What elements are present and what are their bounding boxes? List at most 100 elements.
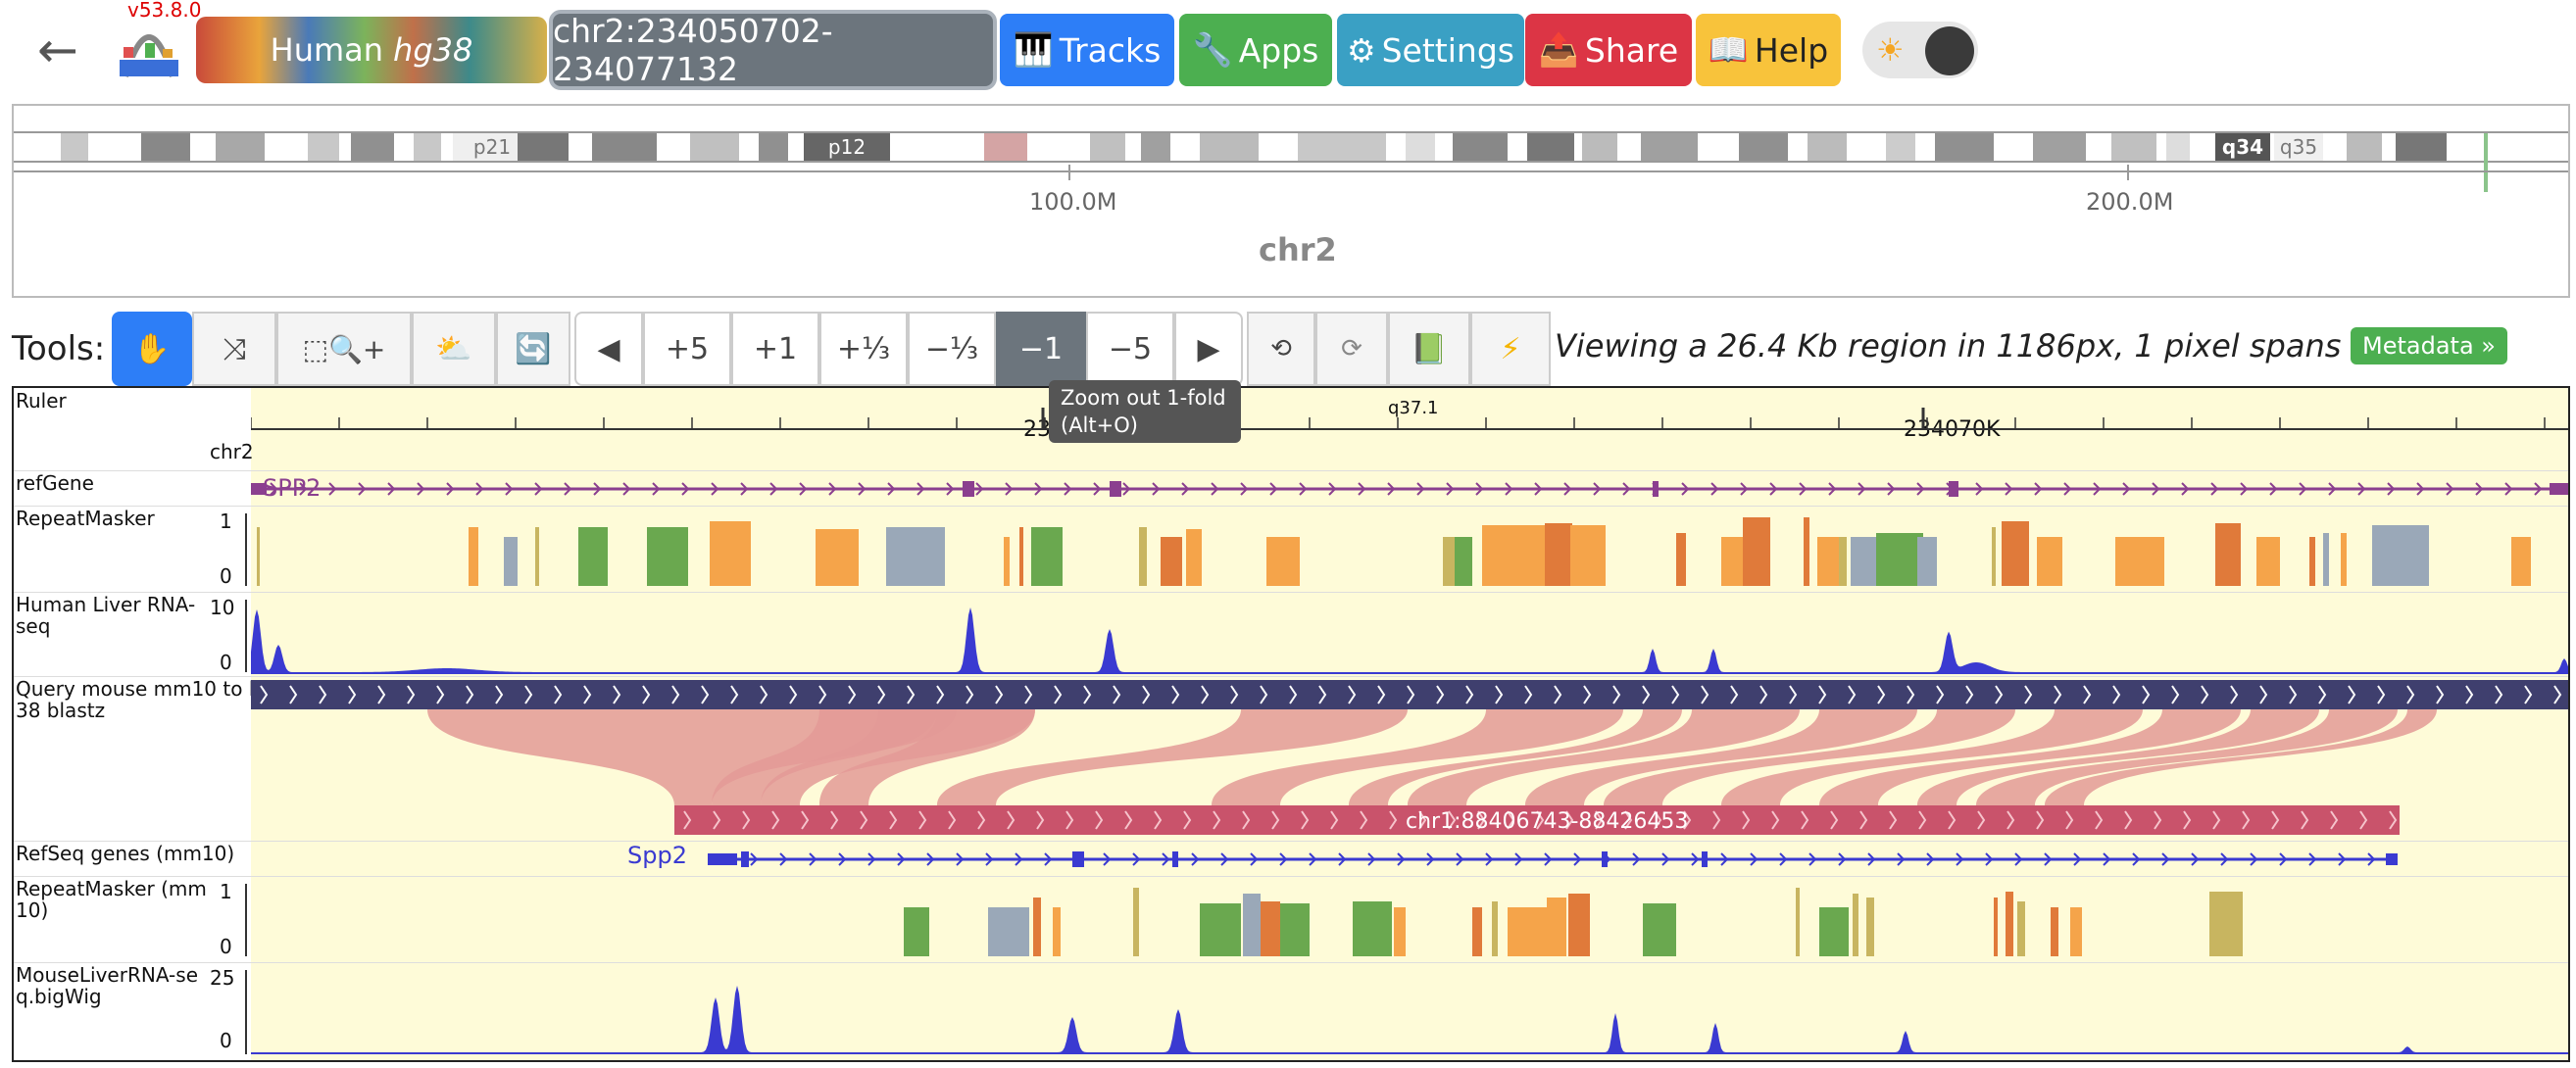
chromosome-title: chr2: [1259, 231, 1337, 268]
genome-button[interactable]: Human hg38: [196, 17, 547, 83]
track-label-human-rna: Human Liver RNA- seq: [16, 594, 195, 637]
track-label-query: Query mouse mm10 to hg 38 blastz: [16, 678, 273, 721]
zoom-out-third-button[interactable]: −⅓: [908, 312, 996, 386]
repeat-element: [1866, 898, 1874, 956]
tooltip-line: Zoom out 1-fold: [1061, 386, 1226, 410]
zoom-out-tooltip: Zoom out 1-fold (Alt+O): [1049, 380, 1241, 443]
apps-button[interactable]: 🔧 Apps: [1179, 14, 1332, 86]
band: [1739, 133, 1788, 161]
repeat-element: [2511, 537, 2531, 586]
book-icon[interactable]: 📗: [1388, 312, 1470, 386]
signal-area: [251, 986, 2568, 1054]
mouse-region-label: chr1:88406743-88426453: [1406, 809, 1689, 834]
band: [2166, 133, 2190, 161]
settings-button[interactable]: ⚙ Settings: [1337, 14, 1524, 86]
pan-left-button[interactable]: ◀: [574, 312, 643, 386]
axis-max: 1: [220, 880, 232, 903]
wrench-icon: 🔧: [1192, 30, 1233, 69]
repeat-element: [578, 527, 608, 586]
apps-button-label: Apps: [1238, 30, 1319, 70]
repeat-element: [816, 529, 859, 586]
redo-icon[interactable]: ⟳: [1315, 312, 1388, 386]
zoom-out-5-button[interactable]: −5: [1086, 312, 1174, 386]
zoom-in-third-button[interactable]: +⅓: [819, 312, 908, 386]
refseq-mm10-track[interactable]: [251, 843, 2568, 876]
hand-icon[interactable]: ✋: [112, 312, 192, 386]
app-logo[interactable]: [116, 8, 182, 82]
track-panel[interactable]: Ruler chr2 q37.1 234060K 234070K refGene…: [12, 386, 2570, 1062]
repeat-element: [1031, 527, 1063, 586]
repeat-element: [1186, 529, 1202, 586]
tracks-button[interactable]: 🎹 Tracks: [1000, 14, 1174, 86]
zoom-select-icon[interactable]: ⬚🔍+: [276, 312, 412, 386]
repeat-element: [2209, 892, 2243, 956]
track-label-ruler: Ruler: [16, 389, 67, 413]
undo-icon[interactable]: ⟲: [1247, 312, 1315, 386]
repeat-element: [2037, 537, 2062, 586]
track-label-refgene: refGene: [16, 471, 94, 495]
zoom-in-1-button[interactable]: +1: [731, 312, 819, 386]
axis-max: 10: [210, 596, 235, 619]
repeat-element: [1796, 888, 1800, 956]
band: [61, 133, 88, 161]
repeat-element: [2006, 892, 2013, 956]
repeat-element: [1133, 888, 1139, 956]
repeat-element: [2323, 533, 2329, 586]
tools-label: Tools:: [12, 329, 106, 368]
settings-button-label: Settings: [1381, 30, 1514, 70]
track-label-refseq-mm10: RefSeq genes (mm10): [16, 842, 235, 865]
help-button[interactable]: 📖 Help: [1696, 14, 1841, 86]
scale-label-200m: 200.0M: [2086, 188, 2174, 216]
help-button-label: Help: [1754, 30, 1829, 70]
chromosome-ideogram[interactable]: p21 p12 q34 q35: [14, 131, 2568, 192]
repeat-element: [1443, 537, 1455, 586]
centromere: [984, 133, 1027, 161]
repeat-element: [1266, 537, 1300, 586]
cloud-icon[interactable]: ⛅: [412, 312, 496, 386]
repeat-element: [1643, 903, 1676, 956]
repeat-element: [2051, 907, 2058, 956]
band: [216, 133, 265, 161]
theme-toggle[interactable]: ☀: [1862, 22, 1978, 78]
track-separator: [14, 841, 2568, 842]
band: [2396, 133, 2447, 161]
axis-min: 0: [220, 1029, 232, 1052]
back-arrow-icon[interactable]: ←: [37, 25, 78, 74]
repeat-element: [1161, 537, 1182, 586]
share-button[interactable]: 📤 Share: [1525, 14, 1692, 86]
piano-icon: 🎹: [1013, 30, 1054, 69]
repeatmasker-track[interactable]: [251, 508, 2568, 592]
band: [592, 133, 657, 161]
repeatmasker-mm10-track[interactable]: [251, 878, 2568, 962]
mouse-rna-signal[interactable]: [251, 964, 2568, 1058]
gear-icon: ⚙: [1347, 30, 1376, 70]
repeat-element: [710, 521, 751, 586]
repeat-element: [904, 907, 929, 956]
sync-icon[interactable]: 🔄: [496, 312, 570, 386]
sun-icon: ☀: [1876, 31, 1905, 69]
viewing-info: Viewing a 26.4 Kb region in 1186px, 1 pi…: [1555, 327, 2442, 364]
y-axis: [245, 513, 247, 586]
repeat-element: [2256, 537, 2280, 586]
repeat-element: [1819, 907, 1849, 956]
zoom-out-1-button[interactable]: −1: [996, 312, 1086, 386]
repeat-element: [1004, 537, 1010, 586]
zoom-in-5-button[interactable]: +5: [643, 312, 731, 386]
locus-display[interactable]: chr2:234050702-234077132: [549, 10, 997, 90]
repeat-element: [2341, 533, 2347, 586]
band: [141, 133, 190, 161]
repeat-element: [886, 527, 945, 586]
pan-right-button[interactable]: ▶: [1174, 312, 1243, 386]
band: [1298, 133, 1386, 161]
metadata-button[interactable]: Metadata »: [2351, 327, 2507, 364]
track-label-repeatmasker-mm10: RepeatMasker (mm 10): [16, 878, 207, 921]
human-rna-signal[interactable]: [251, 594, 2568, 676]
shuffle-icon[interactable]: ⤨: [192, 312, 276, 386]
repeat-element: [1839, 537, 1847, 586]
refgene-track[interactable]: [251, 472, 2568, 506]
track-separator: [14, 592, 2568, 593]
lightning-icon[interactable]: ⚡: [1470, 312, 1551, 386]
tracks-button-label: Tracks: [1059, 30, 1162, 70]
band-label-q34: q34: [2215, 133, 2270, 161]
label-line: q.bigWig: [16, 985, 102, 1008]
